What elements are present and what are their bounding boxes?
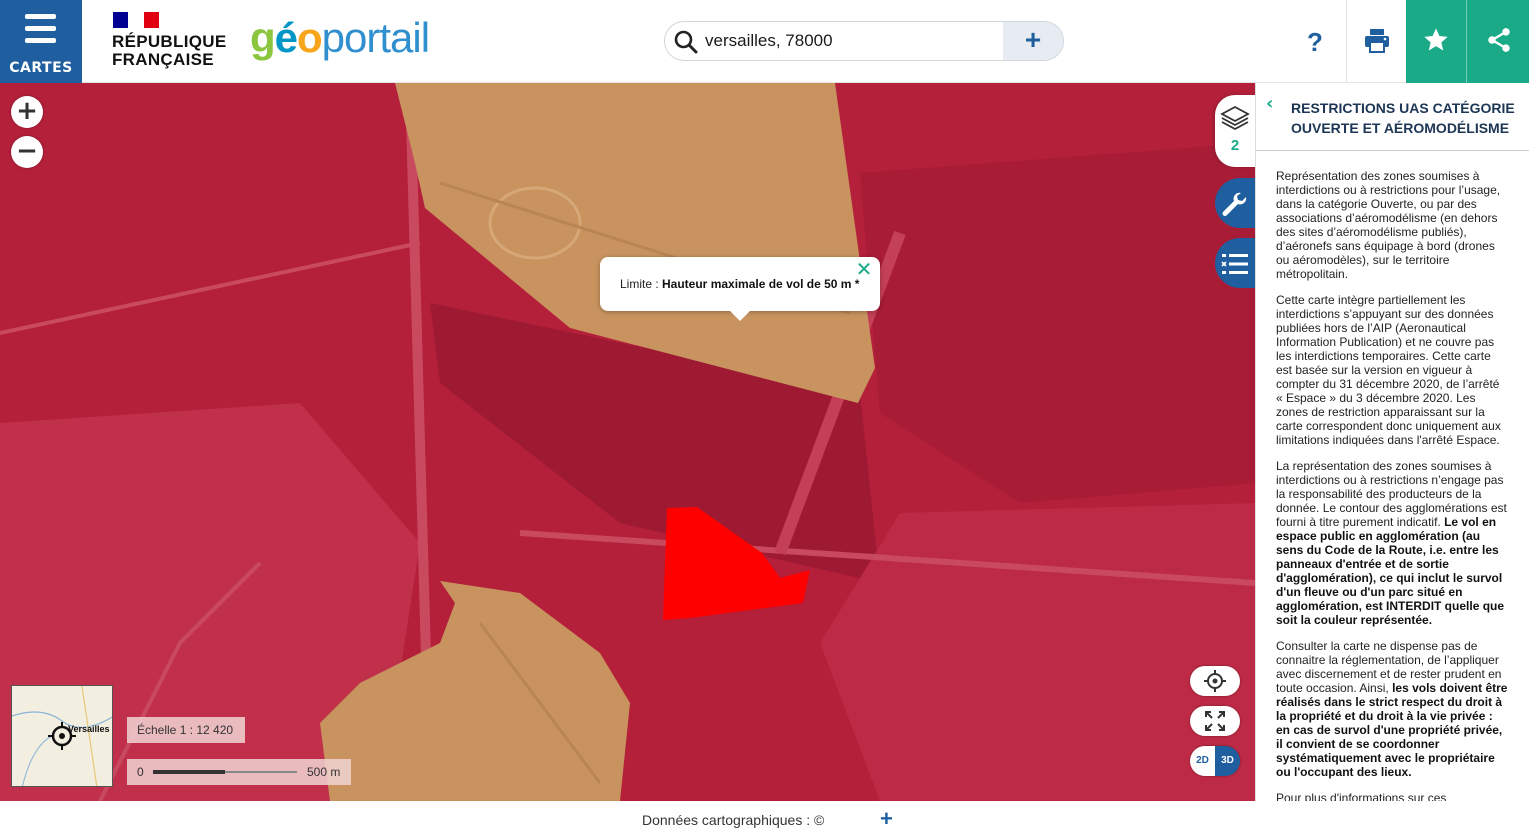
share-icon xyxy=(1488,28,1510,52)
layer-count-badge: 2 xyxy=(1230,137,1240,154)
republique-line: RÉPUBLIQUE xyxy=(112,32,227,51)
share-button[interactable] xyxy=(1466,0,1529,83)
description-paragraph: Cette carte intègre partiellement les in… xyxy=(1276,293,1501,447)
help-button[interactable]: ? xyxy=(1295,22,1335,62)
header: CARTES RÉPUBLIQUE FRANÇAISE géoportail +… xyxy=(0,0,1529,83)
search-icon[interactable] xyxy=(673,29,699,55)
republique-francaise-logo[interactable]: RÉPUBLIQUE FRANÇAISE xyxy=(112,12,232,72)
overview-map[interactable]: Versailles xyxy=(11,685,113,787)
layer-info-panel: ‹ RESTRICTIONS UAS CATÉGORIE OUVERTE ET … xyxy=(1255,83,1529,801)
scale-bar-start: 0 xyxy=(137,765,144,779)
footer: Données cartographiques : © + xyxy=(0,801,1529,837)
overview-city-label: Versailles xyxy=(68,724,110,734)
description-paragraph: Pour plus d'informations sur ces xyxy=(1276,791,1447,801)
panel-description: Représentation des zones soumises à inte… xyxy=(1276,169,1508,801)
close-icon[interactable]: ✕ xyxy=(854,260,874,281)
print-button[interactable] xyxy=(1346,0,1406,83)
wrench-icon xyxy=(1222,192,1247,216)
geolocate-button[interactable] xyxy=(1190,666,1240,696)
list-icon xyxy=(1221,254,1248,274)
2d-3d-toggle[interactable]: 2D 3D xyxy=(1190,746,1240,776)
advanced-search-button[interactable]: + xyxy=(1003,22,1063,60)
attribution-expand-button[interactable]: + xyxy=(880,806,893,832)
popup-value: Hauteur maximale de vol de 50 m * xyxy=(662,277,860,291)
cartes-label: CARTES xyxy=(9,60,73,76)
scale-bar-end: 500 m xyxy=(307,765,341,779)
search-input[interactable] xyxy=(705,30,985,52)
scale-bar: 0 500 m xyxy=(127,759,351,785)
layers-icon xyxy=(1220,105,1250,131)
cartes-menu-button[interactable]: CARTES xyxy=(0,0,82,83)
layers-tab[interactable]: 2 xyxy=(1215,95,1255,167)
geoportail-logo[interactable]: géoportail xyxy=(250,14,430,62)
back-chevron-icon[interactable]: ‹ xyxy=(1266,93,1273,114)
search-bar: + xyxy=(664,21,1064,61)
panel-title: RESTRICTIONS UAS CATÉGORIE OUVERTE ET AÉ… xyxy=(1291,100,1515,136)
2d-option[interactable]: 2D xyxy=(1190,746,1215,776)
scale-ratio: Échelle 1 : 12 420 xyxy=(127,717,245,743)
map-attribution: Données cartographiques : © xyxy=(642,812,825,828)
popup-label: Limite : xyxy=(620,277,663,291)
zoom-out-button[interactable]: − xyxy=(11,136,43,168)
description-paragraph: Consulter la carte ne dispense pas de co… xyxy=(1276,639,1508,779)
restriction-zones-map xyxy=(0,83,1255,801)
hamburger-icon xyxy=(25,14,56,44)
fullscreen-button[interactable] xyxy=(1190,706,1240,736)
marianne-flag-icon xyxy=(113,12,159,28)
description-paragraph: La représentation des zones soumises à i… xyxy=(1276,459,1507,627)
description-paragraph: Représentation des zones soumises à inte… xyxy=(1276,169,1501,281)
zoom-in-button[interactable]: + xyxy=(11,96,43,128)
overview-terrain xyxy=(12,686,112,786)
feature-info-popup: Limite : Hauteur maximale de vol de 50 m… xyxy=(600,257,880,321)
star-icon xyxy=(1424,28,1448,51)
map-view[interactable]: + − Limite : Hauteur maximale de vol de … xyxy=(0,83,1255,801)
fullscreen-icon xyxy=(1205,711,1225,731)
panel-header: ‹ RESTRICTIONS UAS CATÉGORIE OUVERTE ET … xyxy=(1256,83,1529,151)
francaise-line: FRANÇAISE xyxy=(112,50,214,69)
crosshair-icon xyxy=(1204,670,1226,692)
printer-icon xyxy=(1365,29,1389,53)
favorites-button[interactable] xyxy=(1406,0,1466,83)
